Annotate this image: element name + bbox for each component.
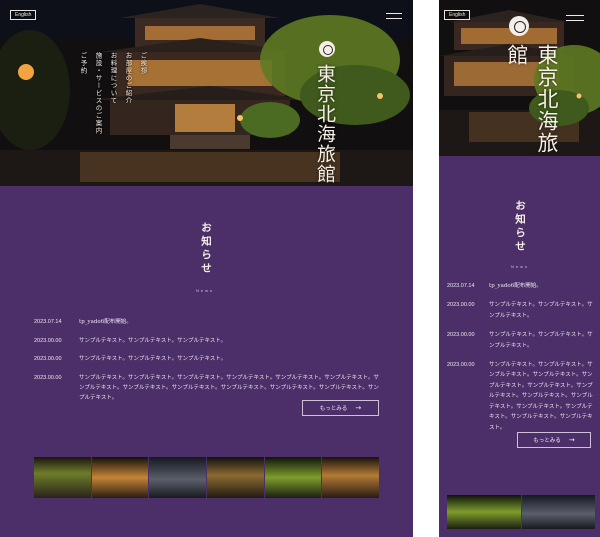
news-heading: お知らせ: [200, 222, 212, 276]
news-text: サンプルテキスト。サンプルテキスト。サンプルテキスト。: [79, 356, 227, 362]
gallery-photo[interactable]: [521, 495, 595, 529]
site-logo[interactable]: 東京北海旅館: [312, 64, 339, 184]
news-heading: お知らせ: [514, 200, 526, 254]
hamburger-icon[interactable]: [566, 15, 584, 21]
news-date: 2023.00.00: [447, 332, 475, 339]
gallery-photo[interactable]: [91, 457, 149, 498]
news-date: 2023.00.00: [447, 361, 475, 368]
gallery-photo[interactable]: [264, 457, 322, 498]
hero-image: English 東京北海旅館 ご挨拶 お部屋のご紹介 お料理について 施設・サー…: [0, 0, 413, 186]
news-text: tp_yado6配布開始。: [489, 283, 542, 289]
news-date: 2023.00.00: [34, 337, 62, 344]
english-toggle-button[interactable]: English: [444, 10, 471, 20]
photo-gallery: [34, 457, 379, 498]
news-text: サンプルテキスト。サンプルテキスト。サンプルテキスト。サンプルテキスト。サンプル…: [489, 361, 593, 431]
photo-gallery: [447, 495, 595, 529]
nav-item-greeting[interactable]: ご挨拶: [138, 52, 148, 135]
more-button-label: もっとみる: [533, 438, 561, 444]
gallery-photo[interactable]: [34, 457, 91, 498]
news-list: 2023.07.14 tp_yado6配布開始。 2023.00.00 サンプル…: [447, 281, 595, 442]
english-toggle-button[interactable]: English: [10, 10, 37, 20]
news-item[interactable]: 2023.07.14 tp_yado6配布開始。: [447, 281, 595, 292]
hero-image: English 東京北海旅館: [439, 0, 600, 156]
more-news-button[interactable]: もっとみる →: [302, 400, 379, 416]
news-item[interactable]: 2023.00.00 サンプルテキスト。サンプルテキスト。サンプルテキスト。: [447, 300, 595, 321]
news-date: 2023.00.00: [447, 302, 475, 309]
news-text: tp_yado6配布開始。: [79, 319, 132, 325]
news-item[interactable]: 2023.00.00 サンプルテキスト。サンプルテキスト。サンプルテキスト。: [34, 354, 379, 364]
gallery-photo[interactable]: [149, 457, 207, 498]
news-list: 2023.07.14 tp_yado6配布開始。 2023.00.00 サンプル…: [34, 317, 379, 411]
desktop-view: English 東京北海旅館 ご挨拶 お部屋のご紹介 お料理について 施設・サー…: [0, 0, 413, 537]
news-date: 2023.07.14: [447, 283, 475, 289]
news-text: サンプルテキスト。サンプルテキスト。サンプルテキスト。サンプルテキスト。サンプル…: [79, 374, 379, 401]
nav-item-reservation[interactable]: ご予約: [78, 52, 88, 135]
gallery-photo[interactable]: [207, 457, 264, 498]
hamburger-icon[interactable]: [386, 13, 402, 19]
nav-item-cuisine[interactable]: お料理について: [108, 52, 118, 135]
family-crest-icon: [509, 16, 529, 36]
arrow-right-icon: →: [355, 404, 362, 412]
nav-item-rooms[interactable]: お部屋のご紹介: [123, 52, 133, 135]
ryokan-night-scene: [0, 0, 413, 186]
news-item[interactable]: 2023.07.14 tp_yado6配布開始。: [34, 317, 379, 327]
mobile-view: English 東京北海旅館 お知らせ News 2023.07.14 tp_y…: [439, 0, 600, 537]
nav-item-facilities[interactable]: 施設・サービスのご案内: [93, 52, 103, 135]
news-item[interactable]: 2023.00.00 サンプルテキスト。サンプルテキスト。サンプルテキスト。: [34, 336, 379, 346]
news-text: サンプルテキスト。サンプルテキスト。サンプルテキスト。: [79, 337, 227, 344]
news-text: サンプルテキスト。サンプルテキスト。サンプルテキスト。: [489, 332, 593, 349]
news-item[interactable]: 2023.00.00 サンプルテキスト。サンプルテキスト。サンプルテキスト。サン…: [34, 373, 379, 403]
news-date: 2023.00.00: [34, 356, 62, 362]
more-button-label: もっとみる: [319, 406, 348, 412]
news-subheading: News: [196, 288, 215, 293]
news-date: 2023.00.00: [34, 374, 62, 381]
hero-navigation: ご挨拶 お部屋のご紹介 お料理について 施設・サービスのご案内 ご予約: [78, 52, 148, 135]
news-item[interactable]: 2023.00.00 サンプルテキスト。サンプルテキスト。サンプルテキスト。サン…: [447, 360, 595, 434]
family-crest-icon: [319, 41, 335, 57]
news-subheading: News: [511, 264, 530, 269]
more-news-button[interactable]: もっとみる →: [517, 432, 591, 448]
site-logo[interactable]: 東京北海旅館: [502, 44, 562, 156]
news-item[interactable]: 2023.00.00 サンプルテキスト。サンプルテキスト。サンプルテキスト。: [447, 330, 595, 351]
gallery-photo[interactable]: [447, 495, 521, 529]
arrow-right-icon: →: [568, 436, 575, 444]
news-date: 2023.07.14: [34, 319, 62, 325]
gallery-photo[interactable]: [322, 457, 379, 498]
news-text: サンプルテキスト。サンプルテキスト。サンプルテキスト。: [489, 302, 593, 319]
